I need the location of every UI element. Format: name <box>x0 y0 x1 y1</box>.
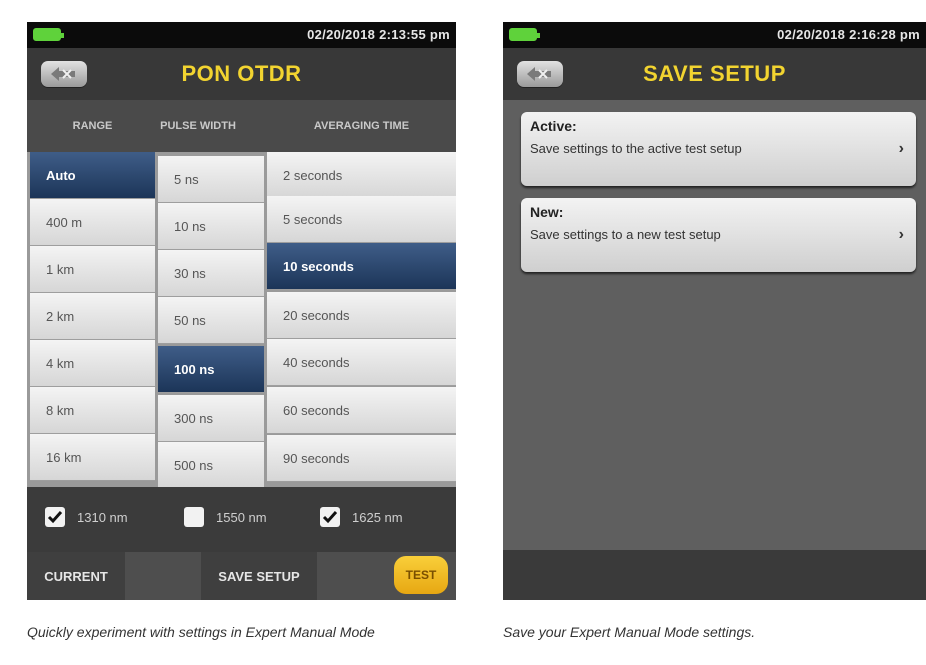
avg-item[interactable]: 40 seconds <box>267 339 456 386</box>
avg-item-selected[interactable]: 10 seconds <box>267 243 456 290</box>
bottom-toolbar: CURRENT SAVE SETUP TEST <box>27 552 456 600</box>
column-headers: RANGE PULSE WIDTH AVERAGING TIME <box>27 100 456 152</box>
wavelength-label: 1310 nm <box>77 509 128 525</box>
bottom-toolbar <box>503 550 926 600</box>
header-range: RANGE <box>72 120 113 132</box>
page-title: PON OTDR <box>181 61 302 86</box>
wavelength-bar: 1310 nm 1550 nm 1625 nm <box>27 487 456 552</box>
pulse-item[interactable]: 300 ns <box>158 395 264 442</box>
battery-icon <box>33 28 64 41</box>
save-setup-screen: 02/20/2018 2:16:28 pm SAVE SETUP Active:… <box>503 22 926 600</box>
header-averaging-time: AVERAGING TIME <box>313 120 410 132</box>
range-item[interactable]: 8 km <box>30 387 155 434</box>
header-pulse-width: PULSE WIDTH <box>160 120 236 132</box>
chevron-right-icon: › <box>898 140 904 157</box>
avg-item[interactable]: 60 seconds <box>267 387 456 434</box>
active-setup-option[interactable]: Active: Save settings to the active test… <box>521 112 916 186</box>
option-description: Save settings to the active test setup <box>530 141 742 156</box>
status-datetime: 02/20/2018 2:16:28 pm <box>777 27 920 42</box>
pon-otdr-screen: 02/20/2018 2:13:55 pm PON OTDR RANGE PUL… <box>27 22 456 600</box>
avg-item[interactable]: 5 seconds <box>267 196 456 243</box>
checkbox-checked-icon[interactable] <box>45 507 65 527</box>
save-setup-button[interactable]: SAVE SETUP <box>201 552 317 600</box>
chevron-right-icon: › <box>898 226 904 243</box>
pulse-item-selected[interactable]: 100 ns <box>158 346 264 393</box>
status-datetime: 02/20/2018 2:13:55 pm <box>307 27 450 42</box>
range-item[interactable]: 2 km <box>30 293 155 340</box>
test-button[interactable]: TEST <box>394 556 448 594</box>
pulse-item[interactable]: 500 ns <box>158 442 264 487</box>
option-description: Save settings to a new test setup <box>530 227 721 242</box>
range-item[interactable]: 4 km <box>30 340 155 387</box>
title-bar: PON OTDR <box>27 48 456 100</box>
range-item[interactable]: 400 m <box>30 199 155 246</box>
wavelength-1310[interactable]: 1310 nm <box>45 507 128 527</box>
range-item[interactable]: 16 km <box>30 434 155 481</box>
range-item[interactable]: 1 km <box>30 246 155 293</box>
title-bar: SAVE SETUP <box>503 48 926 100</box>
page-title: SAVE SETUP <box>643 61 786 86</box>
pulse-item[interactable]: 10 ns <box>158 203 264 250</box>
pulse-item[interactable]: 30 ns <box>158 250 264 297</box>
checkbox-unchecked-icon[interactable] <box>184 507 204 527</box>
wavelength-1625[interactable]: 1625 nm <box>320 507 403 527</box>
averaging-time-list[interactable]: 2 seconds 5 seconds 10 seconds 20 second… <box>267 152 456 487</box>
option-title: New: <box>530 204 564 220</box>
avg-item[interactable]: 2 seconds <box>267 152 456 199</box>
status-bar: 02/20/2018 2:16:28 pm <box>503 22 926 48</box>
caption-left: Quickly experiment with settings in Expe… <box>27 624 375 640</box>
save-options-panel: Active: Save settings to the active test… <box>503 100 926 600</box>
status-bar: 02/20/2018 2:13:55 pm <box>27 22 456 48</box>
option-title: Active: <box>530 118 577 134</box>
wavelength-label: 1625 nm <box>352 509 403 525</box>
wavelength-1550[interactable]: 1550 nm <box>184 507 267 527</box>
checkbox-checked-icon[interactable] <box>320 507 340 527</box>
wavelength-label: 1550 nm <box>216 509 267 525</box>
battery-icon <box>509 28 540 41</box>
pulse-item[interactable]: 50 ns <box>158 297 264 344</box>
current-button[interactable]: CURRENT <box>27 552 125 600</box>
pulse-width-list[interactable]: 5 ns 10 ns 30 ns 50 ns 100 ns 300 ns 500… <box>158 152 264 487</box>
avg-item[interactable]: 20 seconds <box>267 292 456 339</box>
settings-columns: Auto 400 m 1 km 2 km 4 km 8 km 16 km 5 n… <box>27 152 456 487</box>
avg-item[interactable]: 90 seconds <box>267 435 456 482</box>
new-setup-option[interactable]: New: Save settings to a new test setup › <box>521 198 916 272</box>
caption-right: Save your Expert Manual Mode settings. <box>503 624 756 640</box>
range-item-auto[interactable]: Auto <box>30 152 155 199</box>
range-list[interactable]: Auto 400 m 1 km 2 km 4 km 8 km 16 km <box>30 152 155 487</box>
pulse-item[interactable]: 5 ns <box>158 156 264 203</box>
